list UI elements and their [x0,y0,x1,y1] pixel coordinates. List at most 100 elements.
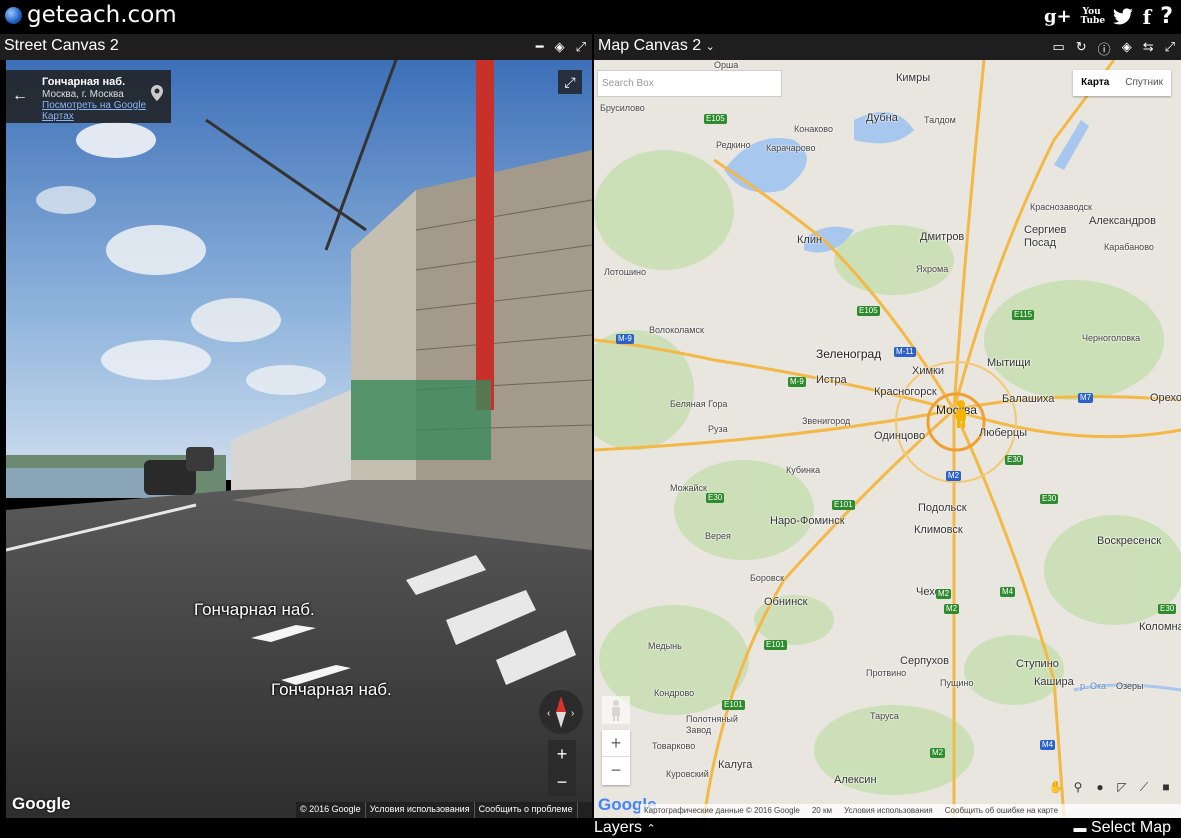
view-on-google-maps-link[interactable]: Посмотреть на Google Картах [42,100,154,122]
chevron-up-icon: ⌃ [646,823,656,835]
svg-text:‹: ‹ [547,708,550,719]
report-error-link[interactable]: Сообщить об ошибке на карте [945,806,1058,816]
google-plus-icon[interactable]: g+ [1044,6,1072,27]
street-scene [6,60,592,818]
marker-icon[interactable]: ⚲ [1069,778,1087,796]
map-label: Протвино [866,668,907,678]
street-fullscreen-icon[interactable]: ⤢ [558,70,582,94]
map-label: Пущино [940,678,974,688]
map-panel-title[interactable]: Map Canvas 2 ⌄ [598,37,715,55]
map-type-map[interactable]: Карта [1073,70,1117,96]
map-type-satellite[interactable]: Спутник [1117,70,1171,96]
map-label: Волоколамск [649,325,704,335]
map-view[interactable]: Search Box Карта Спутник Орша Брусилово … [594,60,1181,818]
zoom-in-button[interactable]: + [602,730,630,757]
map-label: Лотошино [604,267,646,277]
map-label: Озеры [1116,681,1144,691]
map-label: Ступино [1016,658,1059,670]
map-label: Кубинка [786,465,821,475]
road-shield: E105 [857,306,880,316]
map-label: Сергиев Посад [1024,224,1067,249]
zoom-in-button[interactable]: + [548,740,576,768]
map-label: Алексин [834,774,877,786]
select-map-button[interactable]: ▬ Select Map [1074,819,1172,837]
road-shield: M-9 [616,334,634,344]
site-name: geteach.com [27,2,177,28]
twitter-icon[interactable] [1112,7,1134,26]
road-shield: M-9 [788,377,806,387]
youtube-icon[interactable]: You Tube [1081,7,1105,26]
fullscreen-icon[interactable]: ⤢ [576,39,586,55]
map-label: Руза [708,424,728,434]
map-label: Зеленоград [816,347,882,361]
minimize-icon[interactable]: ━ [536,39,544,55]
layers-button[interactable]: Layers ⌃ [594,819,656,837]
compass-control[interactable]: ‹ › [539,690,583,734]
road-shield: M2 [944,604,960,614]
compass-icon: ‹ › [547,696,574,728]
street-info-card: ← Гончарная наб. Москва, г. Москва Посмо… [6,70,171,123]
map-label: Полотняный Завод [686,714,738,735]
street-view[interactable]: ← Гончарная наб. Москва, г. Москва Посмо… [6,60,592,818]
street-panel-tools: ━ ◈ ⤢ [536,39,586,55]
refresh-icon[interactable]: ↻ [1076,39,1087,58]
map-label: Орехово [1150,392,1181,404]
map-scale: 20 км [811,806,832,815]
bottom-bar: Layers ⌃ ▬ Select Map [0,818,1181,838]
report-problem-link[interactable]: Сообщить о проблеме [475,802,578,818]
map-label: Мытищи [987,357,1031,369]
road-shield: E30 [1005,455,1024,465]
pegman-control[interactable] [602,696,630,724]
map-label: Карабаново [1104,242,1154,252]
map-label: р. Ока [1080,681,1107,691]
polygon-icon[interactable]: ◸ [1113,778,1131,796]
facebook-icon[interactable]: f [1143,5,1152,29]
help-icon[interactable]: ? [1160,4,1173,29]
swap-icon[interactable]: ⇆ [1143,39,1154,58]
map-label: Наро-Фоминск [770,515,845,527]
circle-icon[interactable]: ● [1091,778,1109,796]
zoom-out-button[interactable]: − [548,768,576,796]
info-icon[interactable]: ⓘ [1098,39,1111,58]
terms-link[interactable]: Условия использования [366,802,475,818]
polyline-icon[interactable]: ⟋ [1135,778,1153,796]
pegman-icon[interactable] [954,400,968,428]
back-arrow-icon[interactable]: ← [12,87,28,105]
site-logo[interactable]: geteach.com [5,2,177,28]
terms-link[interactable]: Условия использования [844,806,933,816]
map-label: Кондрово [654,688,695,698]
road-shield: E105 [704,114,727,124]
road-shield: E30 [706,493,725,503]
map-label: Можайск [670,483,707,493]
map-label: Серпухов [900,655,949,667]
map-label: Боровск [750,573,785,583]
layers-icon[interactable]: ◈ [555,39,565,55]
rectangle-icon[interactable]: ■ [1157,778,1175,796]
map-search-input[interactable]: Search Box [597,70,782,97]
map-pin-icon[interactable] [151,85,163,101]
zoom-out-button[interactable]: − [602,757,630,784]
map-label: Брусилово [600,103,645,113]
hand-icon[interactable]: ✋ [1047,778,1065,796]
map-label: Товарково [652,741,696,751]
map-label: Верея [705,531,731,541]
drawing-tools: ✋ ⚲ ● ◸ ⟋ ■ [1047,778,1175,796]
layers-icon[interactable]: ◈ [1122,39,1132,58]
ruler-icon[interactable]: ▭ [1052,39,1064,58]
road-shield: E115 [1012,310,1035,320]
map-label: Яхрома [916,264,949,274]
road-label: Гончарная наб. [271,680,392,699]
globe-icon [5,6,22,24]
map-label: Таруса [870,711,899,721]
map-type-switch: Карта Спутник [1073,70,1171,96]
map-label: Коломна [1139,621,1181,633]
map-label: Химки [912,365,945,377]
map-label: Подольск [918,502,967,514]
road-shield: M2 [936,589,952,599]
fullscreen-icon[interactable]: ⤢ [1165,39,1175,58]
map-label: Дубна [866,112,898,124]
map-label: Одинцово [874,430,926,442]
map-label: Орша [714,60,739,70]
map-label: Краснозаводск [1030,202,1092,212]
folder-icon: ▬ [1073,820,1087,835]
